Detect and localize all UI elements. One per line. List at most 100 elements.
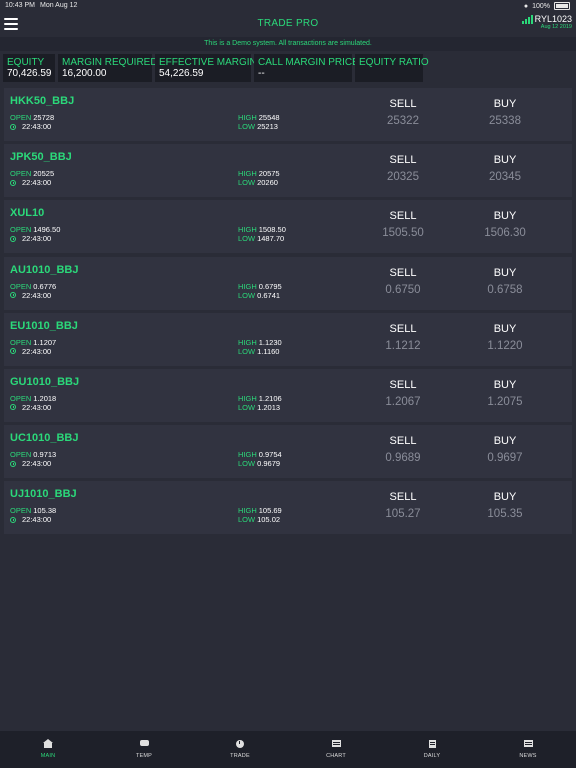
buy-button[interactable]: BUY 1506.30 <box>470 210 540 241</box>
low-value: 25213 <box>257 122 278 131</box>
high-value: 0.9754 <box>258 450 282 460</box>
summary-box-margin-required: MARGIN REQUIRED 16,200.00 <box>58 54 158 82</box>
account-summary: EQUITY 70,426.59 MARGIN REQUIRED 16,200.00 E… <box>3 54 429 82</box>
sell-label: SELL <box>389 491 417 504</box>
tab-trade[interactable]: TRADE <box>192 731 288 768</box>
quote-open: OPEN 20525 <box>10 169 54 178</box>
low-value: 105.02 <box>257 515 281 525</box>
quote-symbol: GU1010_BBJ <box>10 375 80 388</box>
open-value: 20525 <box>33 169 55 179</box>
high-value: 1.1230 <box>258 337 282 347</box>
summary-box-equity: EQUITY 70,426.59 <box>3 54 55 82</box>
quote-symbol: HKK50_BBJ <box>10 95 75 107</box>
sell-button[interactable]: SELL 20325 <box>368 154 438 185</box>
sell-button[interactable]: SELL 0.9689 <box>368 435 438 466</box>
account-info[interactable]: RYL1023 Aug 12 2019 <box>521 14 572 30</box>
tab-label: NEWS <box>519 753 537 759</box>
account-date: Aug 12 2019 <box>540 24 572 30</box>
quote-row[interactable]: EU1010_BBJ OPEN 1.1207 22:43:00 HIGH 1.1230 LO… <box>4 312 572 366</box>
sell-button[interactable]: SELL 0.6750 <box>368 267 438 298</box>
time-value: 22:43:00 <box>22 459 52 469</box>
quote-open: OPEN 0.9713 <box>10 450 56 459</box>
high-label: HIGH <box>238 169 257 179</box>
quote-time: 22:43:00 <box>10 291 51 300</box>
quote-high: HIGH 1508.50 <box>238 225 286 234</box>
sell-button[interactable]: SELL 1505.50 <box>368 210 438 241</box>
quote-row[interactable]: UJ1010_BBJ OPEN 105.38 22:43:00 HIGH 105.69 LO… <box>4 481 572 535</box>
tab-temp[interactable]: TEMP <box>96 731 192 768</box>
buy-button[interactable]: BUY 0.6758 <box>470 267 540 298</box>
buy-button[interactable]: BUY 1.2075 <box>470 379 540 410</box>
low-label: LOW <box>238 234 256 244</box>
low-label: LOW <box>238 178 256 188</box>
tab-news[interactable]: NEWS <box>480 731 576 768</box>
open-value: 25728 <box>33 113 55 122</box>
clock-icon <box>10 292 16 299</box>
quote-open: OPEN 0.6776 <box>10 282 56 291</box>
trade-icon <box>236 740 244 748</box>
quote-row[interactable]: AU1010_BBJ OPEN 0.6776 22:43:00 HIGH 0.6795 LO… <box>4 256 572 310</box>
quote-symbol: UJ1010_BBJ <box>10 488 77 501</box>
tab-main[interactable]: MAIN <box>0 731 96 768</box>
buy-price: 20345 <box>489 171 521 184</box>
sell-price: 105.27 <box>385 508 421 521</box>
quote-open: OPEN 1.1207 <box>10 338 56 347</box>
sell-price: 0.6750 <box>385 283 421 296</box>
status-date: Mon Aug 12 <box>40 2 78 9</box>
quote-high: HIGH 0.6795 <box>238 282 282 291</box>
buy-button[interactable]: BUY 20345 <box>470 154 540 185</box>
buy-button[interactable]: BUY 0.9697 <box>470 435 540 466</box>
clock-icon <box>10 235 16 242</box>
summary-label: EQUITY RATIO <box>359 57 429 68</box>
buy-price: 0.6758 <box>487 283 523 296</box>
quote-row[interactable]: XUL10 OPEN 1496.50 22:43:00 HIGH 1508.50 LOW 14… <box>4 200 572 254</box>
tab-daily[interactable]: DAILY <box>384 731 480 768</box>
high-label: HIGH <box>238 113 257 122</box>
summary-value: 70,426.59 <box>7 68 52 79</box>
app-header: TRADE PRO RYL1023 Aug 12 2019 <box>0 12 576 37</box>
quote-low: LOW 1.2013 <box>238 403 280 412</box>
open-label: OPEN <box>10 506 32 516</box>
high-label: HIGH <box>238 393 257 403</box>
time-value: 22:43:00 <box>22 178 52 188</box>
summary-label: MARGIN REQUIRED <box>62 57 158 68</box>
summary-box-equity-ratio: EQUITY RATIO <box>355 54 429 82</box>
buy-button[interactable]: BUY 1.1220 <box>470 323 540 354</box>
status-bar: 10:43 PM Mon Aug 12 ● 100% <box>0 0 576 12</box>
low-label: LOW <box>238 346 256 356</box>
quote-high: HIGH 25548 <box>238 113 280 122</box>
quote-row[interactable]: JPK50_BBJ OPEN 20525 22:43:00 HIGH 20575 LOW 20… <box>4 144 572 198</box>
quote-list: HKK50_BBJ OPEN 25728 22:43:00 HIGH 25548 LOW 25… <box>4 88 572 538</box>
sell-button[interactable]: SELL 105.27 <box>368 491 438 522</box>
sell-price: 0.9689 <box>385 452 421 465</box>
quote-time: 22:43:00 <box>10 234 51 243</box>
quote-high: HIGH 1.2106 <box>238 394 282 403</box>
sell-button[interactable]: SELL 25322 <box>368 98 438 129</box>
quote-row[interactable]: UC1010_BBJ OPEN 0.9713 22:43:00 HIGH 0.9754 LO… <box>4 425 572 479</box>
buy-button[interactable]: BUY 25338 <box>470 98 540 129</box>
sell-button[interactable]: SELL 1.1212 <box>368 323 438 354</box>
quote-row[interactable]: GU1010_BBJ OPEN 1.2018 22:43:00 HIGH 1.2106 LO… <box>4 368 572 422</box>
open-value: 1.2018 <box>33 393 57 403</box>
quote-low: LOW 1487.70 <box>238 234 284 243</box>
sell-button[interactable]: SELL 1.2067 <box>368 379 438 410</box>
tab-chart[interactable]: CHART <box>288 731 384 768</box>
quote-high: HIGH 0.9754 <box>238 450 282 459</box>
buy-button[interactable]: BUY 105.35 <box>470 491 540 522</box>
sell-price: 20325 <box>387 171 419 184</box>
quote-high: HIGH 1.1230 <box>238 338 282 347</box>
open-label: OPEN <box>10 450 32 460</box>
buy-label: BUY <box>493 378 517 391</box>
quote-row[interactable]: HKK50_BBJ OPEN 25728 22:43:00 HIGH 25548 LOW 25… <box>4 88 572 141</box>
buy-label: BUY <box>493 322 517 335</box>
low-value: 1.1160 <box>257 346 280 356</box>
wifi-icon: ● <box>523 2 529 10</box>
signal-strength-icon <box>521 15 533 24</box>
high-value: 1.2106 <box>258 393 282 403</box>
clock-icon <box>10 460 16 467</box>
quote-time: 22:43:00 <box>10 347 51 356</box>
quote-symbol: UC1010_BBJ <box>10 432 79 445</box>
news-icon <box>523 740 533 747</box>
quote-time: 22:43:00 <box>10 459 51 468</box>
time-value: 22:43:00 <box>22 402 52 412</box>
